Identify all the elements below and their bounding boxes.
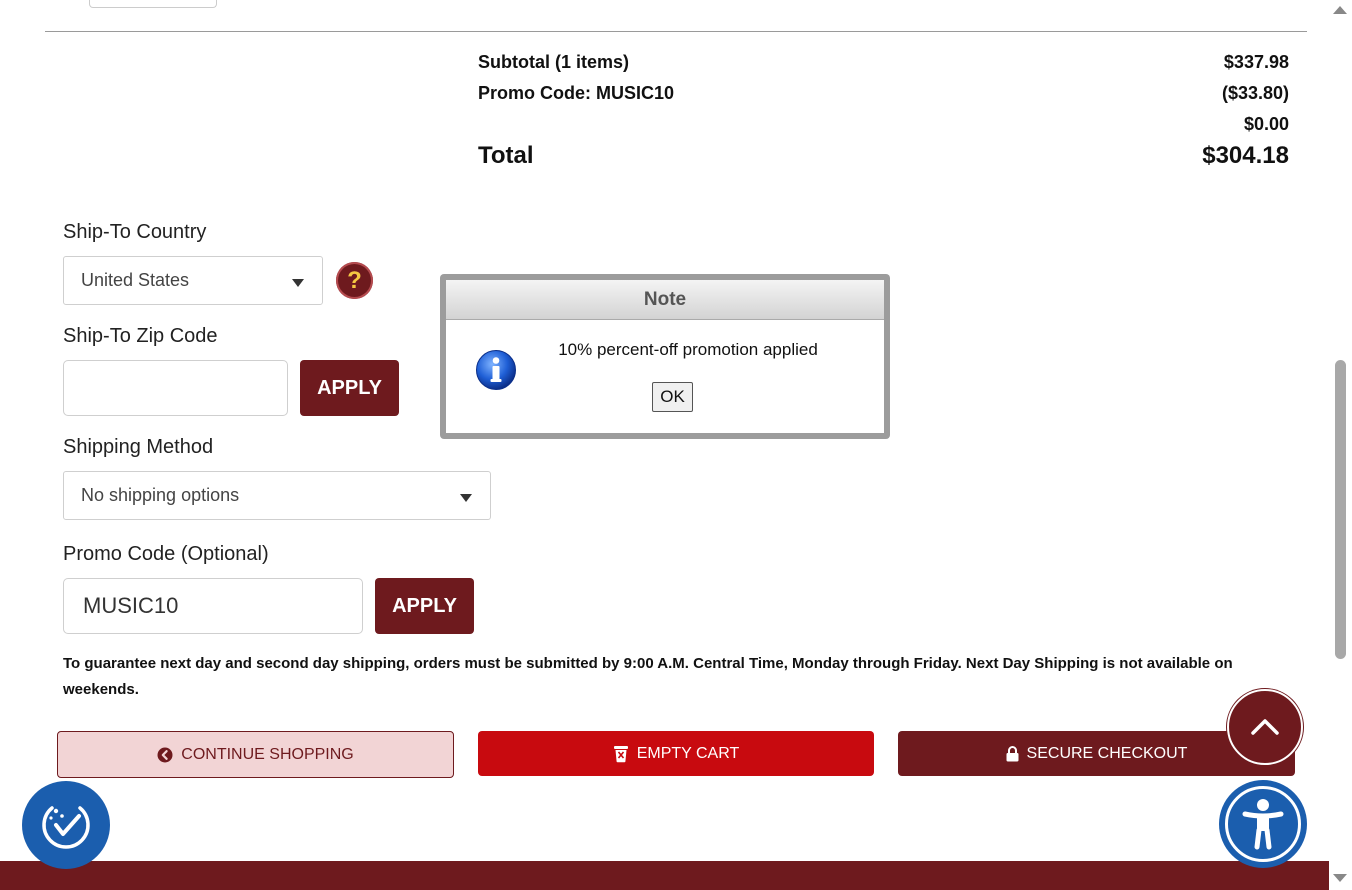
lock-icon bbox=[1006, 745, 1019, 761]
empty-cart-label: EMPTY CART bbox=[636, 744, 740, 762]
shipping-row: $0.00 bbox=[478, 114, 1289, 135]
total-value: $304.18 bbox=[1202, 142, 1289, 169]
chevron-left-circle-icon bbox=[157, 747, 173, 762]
note-dialog: Note 10% percent-off promotion applied O… bbox=[440, 274, 890, 439]
ship-to-country-label: Ship-To Country bbox=[63, 221, 207, 243]
chevron-down-icon bbox=[460, 494, 472, 502]
subtotal-value: $337.98 bbox=[1223, 52, 1289, 72]
accessibility-ring bbox=[1225, 786, 1301, 862]
ship-to-zip-label: Ship-To Zip Code bbox=[63, 325, 218, 347]
scroll-up-arrow-icon[interactable] bbox=[1333, 6, 1347, 14]
empty-cart-button[interactable]: EMPTY CART bbox=[478, 731, 874, 776]
zip-code-input[interactable] bbox=[63, 360, 288, 416]
back-to-top-button[interactable] bbox=[1227, 689, 1303, 765]
scroll-down-arrow-icon[interactable] bbox=[1333, 874, 1347, 882]
footer-bar bbox=[0, 861, 1329, 890]
accessibility-checker-button[interactable] bbox=[22, 781, 110, 869]
quantity-field-remnant[interactable] bbox=[89, 0, 217, 8]
promo-code-value: MUSIC10 bbox=[83, 593, 179, 618]
accessibility-check-icon bbox=[42, 806, 90, 849]
scrollbar-thumb[interactable] bbox=[1335, 360, 1346, 659]
continue-shopping-button[interactable]: CONTINUE SHOPPING bbox=[57, 731, 454, 778]
dialog-message: 10% percent-off promotion applied bbox=[558, 340, 818, 359]
trash-icon bbox=[613, 745, 628, 762]
promo-discount-value: ($33.80) bbox=[1221, 83, 1289, 103]
promo-code-label: Promo Code (Optional) bbox=[63, 543, 269, 565]
shipping-cost-value: $0.00 bbox=[1243, 114, 1289, 134]
total-label: Total bbox=[478, 142, 534, 169]
ship-to-country-select[interactable]: United States bbox=[63, 256, 323, 305]
accessibility-menu-button[interactable] bbox=[1219, 780, 1307, 868]
dialog-title: Note bbox=[446, 280, 884, 320]
accessibility-person-icon bbox=[1242, 799, 1284, 850]
help-icon-glyph: ? bbox=[347, 266, 362, 294]
zip-apply-button[interactable]: APPLY bbox=[300, 360, 399, 416]
promo-apply-button[interactable]: APPLY bbox=[375, 578, 474, 634]
subtotal-row: Subtotal (1 items) $337.98 bbox=[478, 52, 1289, 73]
ship-to-country-value: United States bbox=[81, 270, 190, 290]
secure-checkout-label: SECURE CHECKOUT bbox=[1026, 744, 1188, 762]
shipping-method-value: No shipping options bbox=[81, 485, 240, 505]
shipping-method-label: Shipping Method bbox=[63, 436, 214, 458]
promo-code-label: Promo Code: MUSIC10 bbox=[478, 83, 675, 103]
chevron-up-icon bbox=[1251, 719, 1279, 735]
shipping-method-select[interactable]: No shipping options bbox=[63, 471, 491, 520]
subtotal-label: Subtotal (1 items) bbox=[478, 52, 630, 72]
promo-row: Promo Code: MUSIC10 ($33.80) bbox=[478, 83, 1289, 104]
total-row: Total $304.18 bbox=[478, 142, 1289, 170]
continue-shopping-label: CONTINUE SHOPPING bbox=[181, 745, 354, 763]
promo-code-input[interactable]: MUSIC10 bbox=[63, 578, 363, 634]
chevron-down-icon bbox=[292, 279, 304, 287]
help-icon[interactable]: ? bbox=[336, 262, 373, 299]
note-dialog-body: Note 10% percent-off promotion applied O… bbox=[446, 280, 884, 433]
shipping-notice: To guarantee next day and second day shi… bbox=[63, 655, 1233, 698]
dialog-ok-button[interactable]: OK bbox=[652, 382, 693, 412]
divider bbox=[45, 31, 1307, 32]
